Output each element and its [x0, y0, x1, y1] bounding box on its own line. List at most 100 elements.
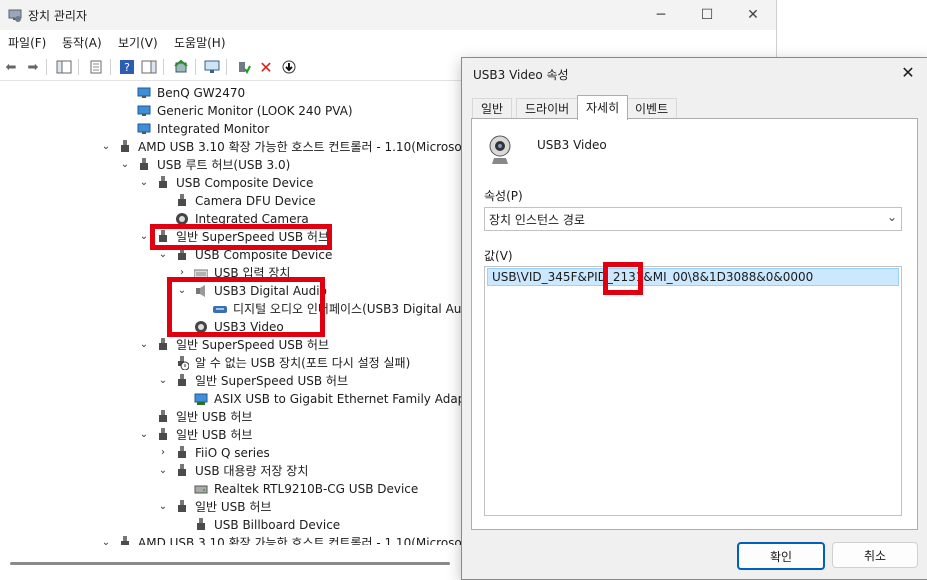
tree-item-label: AMD USB 3.10 확장 가능한 호스트 컨트롤러 - 1.10(Micr…	[138, 536, 462, 545]
webcam-icon	[486, 134, 514, 166]
monitor-icon	[137, 86, 151, 100]
menu-file[interactable]: 파일(F)	[8, 34, 46, 51]
tree-item-label: 일반 SuperSpeed USB 허브	[176, 338, 330, 352]
tree-item-label: 알 수 없는 USB 장치(포트 다시 설정 실패)	[195, 356, 411, 370]
usb-plug-icon	[118, 140, 132, 154]
highlight-box-superspeed-hub	[150, 224, 332, 250]
toolbar-separator	[78, 59, 79, 75]
tree-item-label: USB 루트 허브(USB 3.0)	[157, 158, 291, 172]
value-row-selected[interactable]: USB\VID_345F&PID_2131&MI_00\8&1D3088&0&0…	[487, 268, 899, 286]
device-name: USB3 Video	[537, 138, 607, 152]
title-bar: 장치 관리자 ─ ☐ ✕	[0, 0, 776, 30]
help-icon[interactable]: ?	[118, 58, 136, 76]
chevron-right-icon[interactable]: ›	[158, 444, 168, 462]
highlight-box-usb3-devices	[167, 277, 325, 337]
tree-item-label: 일반 USB 허브	[176, 410, 253, 424]
tab-driver[interactable]: 드라이버	[516, 98, 579, 119]
network-adapter-icon	[194, 392, 208, 406]
usb-plug-icon	[137, 158, 151, 172]
device-manager-icon	[8, 8, 22, 22]
tree-item-label: Camera DFU Device	[195, 194, 316, 208]
value-label: 값(V)	[484, 249, 513, 263]
value-text: USB\VID_345F&PID_2131&MI_00\8&1D3088&0&0…	[492, 270, 813, 284]
tree-item-label: Generic Monitor (LOOK 240 PVA)	[157, 104, 353, 118]
uninstall-icon[interactable]: ✕	[257, 58, 275, 77]
chevron-down-icon[interactable]: ⌄	[158, 462, 168, 480]
dialog-title: USB3 Video 속성	[473, 68, 569, 82]
value-suffix: &MI_00\8&1D3088&0&0000	[643, 270, 814, 284]
chevron-down-icon[interactable]: ⌄	[101, 534, 111, 545]
tree-item-label: ASIX USB to Gigabit Ethernet Family Adap…	[214, 392, 483, 406]
ok-button[interactable]: 확인	[737, 542, 825, 570]
tree-item-label: 일반 USB 허브	[176, 428, 253, 442]
scan-hardware-icon[interactable]	[203, 58, 221, 76]
tree-item-label: Realtek RTL9210B-CG USB Device	[214, 482, 419, 496]
disable-device-icon[interactable]	[280, 58, 298, 76]
usb-plug-icon	[156, 176, 170, 190]
tree-item-label: USB 대용량 저장 장치	[195, 464, 309, 478]
usb-plug-icon	[156, 410, 170, 424]
forward-icon[interactable]: ➡	[24, 58, 42, 76]
property-dropdown[interactable]: 장치 인스턴스 경로 ⌄	[484, 207, 902, 231]
enable-device-icon[interactable]	[235, 58, 253, 76]
scrollbar-thumb[interactable]	[10, 562, 450, 565]
tree-item-label: AMD USB 3.10 확장 가능한 호스트 컨트롤러 - 1.10(Micr…	[138, 140, 462, 154]
tree-item-label: 일반 USB 허브	[195, 500, 272, 514]
toolbar-separator	[163, 59, 164, 75]
usb-plug-icon	[175, 500, 189, 514]
chevron-down-icon[interactable]: ⌄	[120, 156, 130, 174]
menu-bar: 파일(F) 동작(A) 보기(V) 도움말(H)	[0, 31, 776, 53]
chevron-down-icon[interactable]: ⌄	[158, 498, 168, 516]
chevron-down-icon[interactable]: ⌄	[139, 426, 149, 444]
usb-plug-icon	[175, 194, 189, 208]
maximize-button[interactable]: ☐	[684, 0, 730, 30]
toolbar-separator	[110, 59, 111, 75]
chevron-down-icon[interactable]: ⌄	[158, 372, 168, 390]
chevron-down-icon[interactable]: ⌄	[139, 174, 149, 192]
tree-item-label: 일반 SuperSpeed USB 허브	[195, 374, 349, 388]
usb-plug-icon	[175, 374, 189, 388]
tree-item-label: USB Composite Device	[176, 176, 314, 190]
highlight-box-pid	[603, 262, 643, 295]
menu-action[interactable]: 동작(A)	[62, 34, 102, 51]
monitor-icon	[137, 104, 151, 118]
warning-usb-icon	[175, 356, 190, 371]
property-dropdown-value: 장치 인스턴스 경로	[489, 213, 585, 227]
toolbar-separator	[195, 59, 196, 75]
menu-view[interactable]: 보기(V)	[118, 34, 158, 51]
tree-item-label: USB Billboard Device	[214, 518, 341, 532]
properties-icon[interactable]	[87, 58, 105, 76]
update-driver-icon[interactable]	[172, 58, 190, 76]
chevron-down-icon[interactable]: ⌄	[139, 228, 149, 246]
console-tree-icon[interactable]	[55, 58, 73, 76]
tab-details[interactable]: 자세히	[577, 95, 629, 120]
monitor-icon	[137, 122, 151, 136]
back-icon[interactable]: ⬅	[2, 58, 20, 76]
toolbar-separator	[226, 59, 227, 75]
tab-general[interactable]: 일반	[472, 98, 513, 119]
tree-item-label: BenQ GW2470	[157, 86, 246, 100]
usb-plug-icon	[194, 518, 208, 532]
dialog-close-button[interactable]: ✕	[896, 62, 920, 84]
menu-help[interactable]: 도움말(H)	[174, 34, 226, 51]
usb-plug-icon	[175, 446, 189, 460]
usb-plug-icon	[118, 536, 132, 545]
chevron-down-icon[interactable]: ⌄	[139, 336, 149, 354]
usb-plug-icon	[156, 338, 170, 352]
property-label: 속성(P)	[484, 189, 523, 203]
cancel-button[interactable]: 취소	[832, 542, 918, 568]
tab-events[interactable]: 이벤트	[626, 98, 678, 119]
tree-item-label: Integrated Monitor	[157, 122, 270, 136]
tree-item-label: FiiO Q series	[195, 446, 270, 460]
usb-plug-icon	[175, 248, 189, 262]
chevron-down-icon[interactable]: ⌄	[101, 138, 111, 156]
usb-plug-icon	[156, 428, 170, 442]
disk-drive-icon	[194, 482, 208, 496]
properties-dialog: USB3 Video 속성 ✕ 일반 드라이버 자세히 이벤트 USB3 Vid…	[461, 57, 927, 580]
window-title: 장치 관리자	[28, 9, 88, 23]
value-listbox[interactable]: USB\VID_345F&PID_2131&MI_00\8&1D3088&0&0…	[484, 266, 902, 516]
value-prefix: USB\VID_345F&PID_	[492, 270, 613, 284]
action-pane-icon[interactable]	[140, 58, 158, 76]
close-button[interactable]: ✕	[730, 0, 776, 30]
minimize-button[interactable]: ─	[638, 0, 684, 30]
